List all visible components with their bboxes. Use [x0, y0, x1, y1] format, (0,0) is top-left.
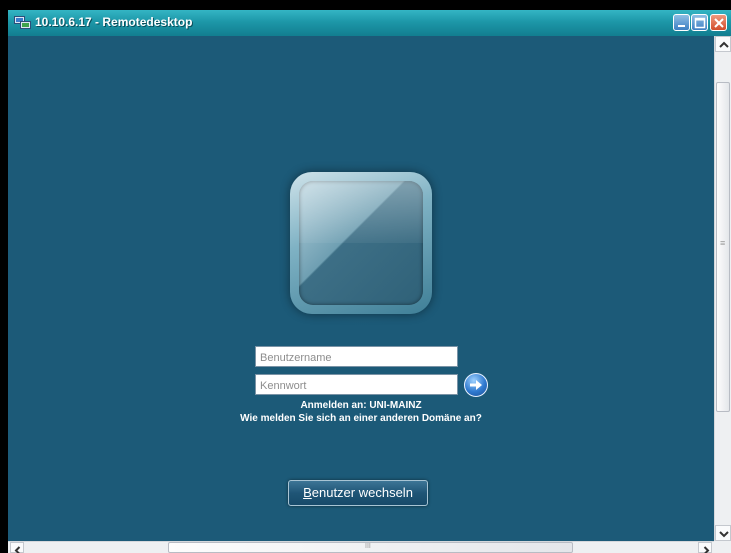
arrow-right-icon [470, 380, 482, 390]
remote-desktop-window: 10.10.6.17 - Remotedesktop Benutzername … [8, 10, 731, 553]
avatar-image [299, 181, 423, 305]
other-domain-link[interactable]: Wie melden Sie sich an einer anderen Dom… [8, 413, 714, 424]
vertical-scroll-thumb[interactable]: ≡ [716, 82, 730, 412]
close-icon [714, 18, 724, 28]
switch-user-accelerator: B [303, 485, 312, 500]
switch-user-button[interactable]: Benutzer wechseln [288, 480, 428, 506]
remote-desktop-area: Anmelden an: UNI-MAINZ Wie melden Sie si… [8, 36, 714, 541]
chevron-left-icon [14, 546, 21, 553]
minimize-button[interactable] [673, 14, 690, 31]
maximize-button[interactable] [691, 14, 708, 31]
chevron-up-icon [719, 41, 729, 48]
vertical-scrollbar[interactable]: ≡ [714, 36, 731, 541]
horizontal-grip: III [365, 543, 371, 550]
horizontal-scroll-thumb[interactable]: III [168, 542, 573, 553]
chevron-down-icon [719, 531, 729, 538]
vertical-grip: ≡ [720, 238, 726, 248]
domain-label: Anmelden an: UNI-MAINZ [300, 400, 422, 411]
username-input[interactable] [255, 346, 458, 367]
login-submit-button[interactable] [464, 373, 488, 397]
remote-desktop-icon [14, 16, 31, 29]
scroll-left-button[interactable] [10, 542, 24, 553]
window-title: 10.10.6.17 - Remotedesktop [35, 15, 193, 29]
scroll-up-button[interactable] [715, 36, 731, 52]
password-input[interactable] [255, 374, 458, 395]
switch-user-label: enutzer wechseln [311, 485, 413, 500]
title-bar[interactable]: 10.10.6.17 - Remotedesktop [8, 10, 731, 36]
horizontal-scrollbar[interactable]: III [8, 541, 714, 553]
user-avatar[interactable] [290, 172, 432, 314]
scroll-down-button[interactable] [715, 525, 731, 541]
minimize-icon [678, 25, 685, 27]
scroll-right-button[interactable] [698, 542, 712, 553]
chevron-right-icon [703, 546, 710, 553]
maximize-icon [694, 17, 706, 29]
scrollbar-corner [714, 541, 731, 553]
close-button[interactable] [710, 14, 727, 31]
